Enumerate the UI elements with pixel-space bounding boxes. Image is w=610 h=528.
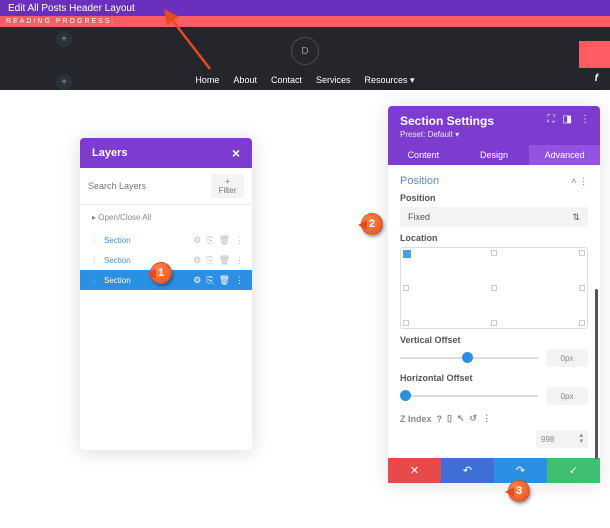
location-handle[interactable] (579, 285, 585, 291)
position-label: Position (400, 193, 588, 203)
location-handle[interactable] (491, 250, 497, 256)
duplicate-icon[interactable]: ⎘ (206, 275, 213, 286)
scrollbar[interactable] (595, 289, 598, 459)
open-close-all[interactable]: ▸ Open/Close All (80, 205, 252, 230)
header-accent (579, 41, 610, 68)
tab-design[interactable]: Design (459, 145, 530, 165)
add-section-button[interactable]: + (56, 31, 72, 47)
undo-button[interactable]: ↶ (441, 458, 494, 483)
section-settings-panel: Section Settings Preset: Default ▾ ⛶ ◨ ⋮… (388, 106, 600, 483)
tab-advanced[interactable]: Advanced (529, 145, 600, 165)
nav-resources[interactable]: Resources ▾ (365, 75, 415, 86)
top-bar-title: Edit All Posts Header Layout (8, 3, 135, 14)
drag-icon: ⋮ (90, 256, 98, 265)
reading-progress-bar: READING PROGRESS: (0, 16, 610, 27)
trash-icon[interactable]: 🗑 (219, 255, 230, 266)
more-icon[interactable]: ⋮ (482, 413, 491, 424)
duplicate-icon[interactable]: ⎘ (206, 255, 213, 266)
site-logo: D (291, 37, 319, 65)
nav-services[interactable]: Services (316, 75, 351, 86)
add-section-button-2[interactable]: + (56, 74, 72, 90)
close-icon[interactable]: × (232, 145, 240, 161)
position-select[interactable]: Fixed⇅ (400, 207, 588, 227)
trash-icon[interactable]: 🗑 (219, 235, 230, 246)
settings-preset[interactable]: Preset: Default ▾ (400, 130, 588, 139)
site-header: + D + Home About Contact Services Resour… (0, 27, 610, 90)
mobile-icon[interactable]: ▯ (447, 413, 452, 424)
hoffset-label: Horizontal Offset (400, 373, 588, 383)
facebook-icon[interactable]: f (595, 73, 598, 84)
nav-contact[interactable]: Contact (271, 75, 302, 86)
location-handle[interactable] (579, 320, 585, 326)
hover-icon[interactable]: ↖ (457, 413, 465, 424)
save-button[interactable]: ✓ (547, 458, 600, 483)
location-label: Location (400, 233, 588, 243)
more-icon[interactable]: ⋮ (235, 235, 244, 246)
annotation-marker-1: 1 (150, 262, 172, 284)
layers-search-row: + Filter (80, 168, 252, 205)
layers-title: Layers (92, 147, 127, 159)
voffset-label: Vertical Offset (400, 335, 588, 345)
tab-content[interactable]: Content (388, 145, 459, 165)
zindex-input[interactable]: 998▴▾ (536, 430, 588, 448)
location-handle-active[interactable] (403, 250, 411, 258)
voffset-value[interactable]: 0px (546, 349, 588, 367)
more-icon[interactable]: ⋮ (580, 114, 590, 125)
help-icon[interactable]: ? (437, 414, 443, 424)
chevron-down-icon: ▾ (410, 75, 415, 85)
more-icon[interactable]: ⋮ (235, 275, 244, 286)
cancel-button[interactable]: ✕ (388, 458, 441, 483)
location-handle[interactable] (491, 320, 497, 326)
filter-button[interactable]: + Filter (211, 174, 244, 198)
snap-icon[interactable]: ◨ (563, 114, 572, 125)
select-arrows-icon: ⇅ (572, 212, 580, 223)
search-input[interactable] (88, 181, 205, 191)
zindex-row: Z Index ? ▯ ↖ ↺ ⋮ (400, 413, 588, 424)
position-group-toggle[interactable]: Position ˄ ⋮ (400, 175, 588, 187)
voffset-slider-row: 0px (400, 349, 588, 367)
location-picker[interactable] (400, 247, 588, 329)
annotation-marker-3: 3 (508, 480, 530, 502)
hoffset-slider-row: 0px (400, 387, 588, 405)
location-handle[interactable] (403, 320, 409, 326)
slider-thumb[interactable] (462, 352, 473, 363)
drag-icon: ⋮ (90, 236, 98, 245)
voffset-slider[interactable] (400, 357, 538, 359)
slider-thumb[interactable] (400, 390, 411, 401)
settings-footer: ✕ ↶ ↷ ✓ (388, 458, 600, 483)
trash-icon[interactable]: 🗑 (219, 275, 230, 286)
hoffset-value[interactable]: 0px (546, 387, 588, 405)
layers-panel: Layers × + Filter ▸ Open/Close All ⋮ Sec… (80, 138, 252, 450)
nav-home[interactable]: Home (195, 75, 219, 86)
gear-icon[interactable]: ⚙ (193, 255, 201, 266)
layer-section-1[interactable]: ⋮ Section ⚙⎘🗑⋮ (80, 230, 252, 250)
hoffset-slider[interactable] (400, 395, 538, 397)
nav-about[interactable]: About (233, 75, 257, 86)
location-handle[interactable] (491, 285, 497, 291)
stepper-icon[interactable]: ▴▾ (579, 433, 583, 445)
location-handle[interactable] (579, 250, 585, 256)
more-icon[interactable]: ⋮ (235, 255, 244, 266)
gear-icon[interactable]: ⚙ (193, 275, 201, 286)
settings-tabs: Content Design Advanced (388, 145, 600, 165)
reset-icon[interactable]: ↺ (470, 413, 478, 424)
top-bar: Edit All Posts Header Layout (0, 0, 610, 16)
location-handle[interactable] (403, 285, 409, 291)
settings-header: Section Settings Preset: Default ▾ ⛶ ◨ ⋮ (388, 106, 600, 145)
layers-header: Layers × (80, 138, 252, 168)
duplicate-icon[interactable]: ⎘ (206, 235, 213, 246)
main-nav: Home About Contact Services Resources ▾ (195, 75, 414, 86)
progress-label: READING PROGRESS: (6, 18, 115, 25)
expand-icon[interactable]: ⛶ (548, 114, 555, 125)
gear-icon[interactable]: ⚙ (193, 235, 201, 246)
drag-icon: ⋮ (90, 276, 98, 285)
annotation-marker-2: 2 (361, 213, 383, 235)
settings-body: Position ˄ ⋮ Position Fixed⇅ Location Ve… (388, 165, 600, 458)
chevron-up-icon: ˄ ⋮ (571, 176, 588, 187)
